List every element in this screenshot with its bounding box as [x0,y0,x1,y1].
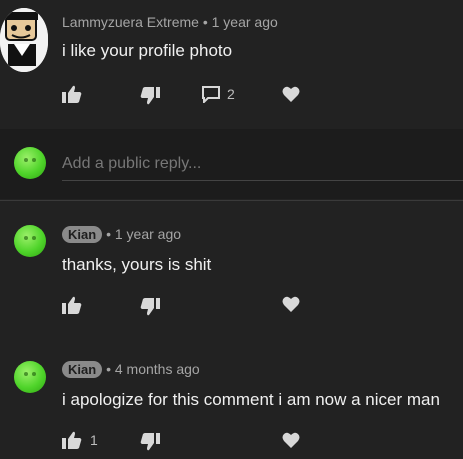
dislike-button[interactable] [140,298,160,321]
thumb-down-icon [140,298,160,316]
comment-text: thanks, yours is shit [62,255,212,274]
heart-button[interactable] [282,86,300,108]
comment-time[interactable]: 1 year ago [212,14,278,30]
reply-button[interactable] [202,86,220,108]
comment-meta: Kian • 4 months ago [62,361,200,378]
thumb-up-icon [62,296,82,314]
heart-button[interactable] [282,296,300,318]
author-chip[interactable]: Kian [62,226,103,243]
avatar[interactable] [14,225,46,257]
author-chip[interactable]: Kian [62,361,103,378]
avatar-face-icon [24,372,36,376]
thumb-down-icon [140,87,160,105]
comment-time[interactable]: 1 year ago [115,226,181,242]
dislike-button[interactable] [140,433,160,456]
heart-icon [282,432,300,448]
like-button[interactable] [62,296,82,319]
thumb-down-icon [140,433,160,451]
comment-icon [202,86,220,105]
reply-input-underline [62,180,463,181]
avatar-face-icon [0,8,48,72]
like-button[interactable] [62,85,82,108]
reply-count: 2 [227,86,235,102]
avatar[interactable] [0,8,48,72]
reply-input[interactable]: Add a public reply... [62,155,201,173]
avatar-face-icon [24,158,36,162]
avatar[interactable] [14,361,46,393]
avatar-face-icon [24,236,36,240]
author-name[interactable]: Lammyzuera Extreme [62,14,199,30]
thumb-up-icon [62,431,82,449]
thumb-up-icon [62,85,82,103]
comment-meta: Kian • 1 year ago [62,226,181,243]
heart-button[interactable] [282,432,300,454]
comment-text: i like your profile photo [62,41,233,60]
comment-meta: Lammyzuera Extreme • 1 year ago [62,14,278,30]
heart-icon [282,296,300,312]
divider [0,200,463,201]
like-count: 1 [90,432,98,448]
meta-separator: • [106,361,111,377]
heart-icon [282,86,300,102]
dislike-button[interactable] [140,87,160,110]
meta-separator: • [202,14,208,30]
avatar [14,147,46,179]
like-button[interactable] [62,431,82,454]
comment-text: i apologize for this comment i am now a … [62,390,440,409]
comment-time[interactable]: 4 months ago [115,361,200,377]
meta-separator: • [106,226,111,242]
